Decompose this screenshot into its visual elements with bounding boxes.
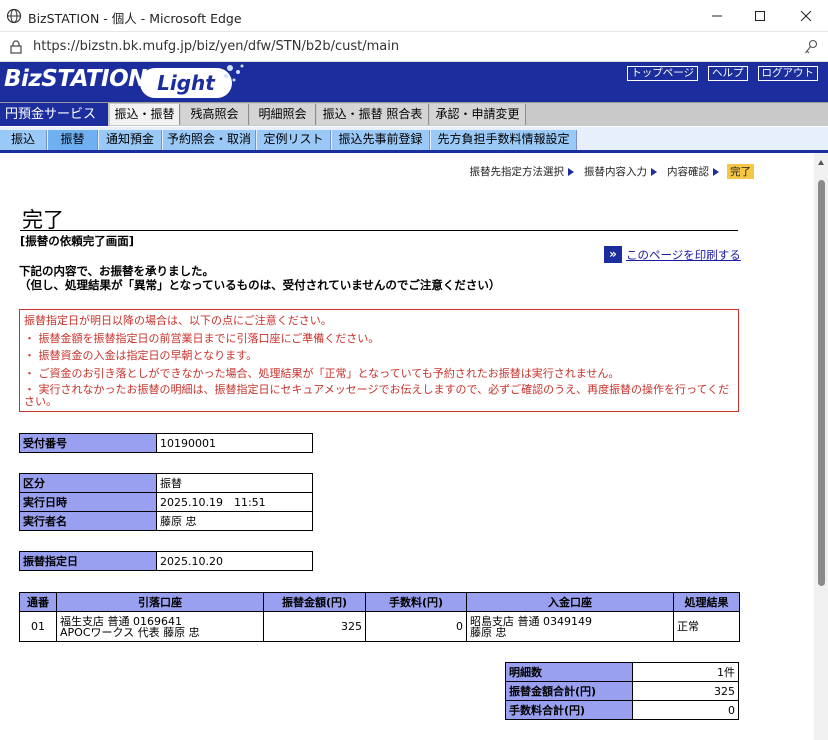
scrollbar-thumb[interactable] [818,180,825,586]
category-value: 振替 [156,473,313,493]
header-no: 通番 [19,592,57,612]
address-bar[interactable]: https://bizstn.bk.mufg.jp/biz/yen/dfw/ST… [0,32,828,62]
row-no: 01 [19,611,57,642]
subtab-payee-registration[interactable]: 振込先事前登録 [332,130,430,150]
table-row: 01 福生支店 普通 0169641 APOCワークス 代表 藤原 忠 325 … [19,611,740,642]
step-arrow-icon [713,167,719,176]
notice-box: 振替指定日が明日以降の場合は、以下の点にご注意ください。 ・ 振替金額を振替指定… [19,309,739,412]
category-label: 区分 [19,473,157,493]
summary-table: 明細数 1件 振替金額合計(円) 325 手数料合計(円) 0 [505,662,739,720]
globe-icon [6,8,22,24]
total-fee-label: 手数料合計(円) [505,700,633,720]
subtab-reservation[interactable]: 予約照会・取消 [163,130,256,150]
page-scrollbar[interactable] [814,153,828,740]
from-account-line-1: 福生支店 普通 0169641 [60,614,182,628]
tab-statement-inquiry[interactable]: 明細照会 [250,104,316,125]
step-confirm: 内容確認 [667,166,709,178]
title-divider [20,230,738,231]
count-label: 明細数 [505,662,633,682]
notice-line: ・ 実行されなかったお振替の明細は、振替指定日にセキュアメッセージでお伝えします… [24,383,730,408]
window-title: BizSTATION - 個人 - Microsoft Edge [28,11,242,26]
help-link[interactable]: ヘルプ [708,66,748,81]
logo-decoration [224,64,244,82]
row-from-account: 福生支店 普通 0169641 APOCワークス 代表 藤原 忠 [56,611,264,642]
maximize-icon [755,11,765,21]
transfer-date-label: 振替指定日 [19,551,157,571]
close-button[interactable] [791,4,821,28]
to-account-line-1: 昭島支店 普通 0349149 [470,614,592,628]
tab-approval[interactable]: 承認・申請変更 [430,104,526,125]
header-result: 処理結果 [673,592,740,612]
transfer-detail-table: 通番 引落口座 振替金額(円) 手数料(円) 入金口座 処理結果 01 福生支店… [19,592,740,642]
row-fee: 0 [365,611,467,642]
logout-link[interactable]: ログアウト [757,66,818,81]
url-text[interactable]: https://bizstn.bk.mufg.jp/biz/yen/dfw/ST… [33,39,399,54]
header-links: トップページ ヘルプ ログアウト [627,66,818,81]
bizstation-logo: BizSTATION [4,66,147,92]
maximize-button[interactable] [745,4,775,28]
from-account-line-2: APOCワークス 代表 藤原 忠 [60,625,200,639]
notice-line: ・ 振替資金の入金は指定日の早朝となります。 [24,349,258,362]
step-arrow-icon [568,167,574,176]
row-amount: 325 [263,611,366,642]
row-result: 正常 [673,611,740,642]
executor-label: 実行者名 [19,511,157,531]
total-amount-label: 振替金額合計(円) [505,681,633,701]
info-table: 区分 振替 実行日時 2025.10.19 11:51 実行者名 藤原 忠 [19,473,313,531]
step-complete: 完了 [727,164,754,179]
count-value: 1件 [632,662,739,682]
row-to-account: 昭島支店 普通 0349149 藤原 忠 [466,611,674,642]
notice-line: 振替指定日が明日以降の場合は、以下の点にご注意ください。 [24,314,332,327]
subtab-furikomi[interactable]: 振込 [0,130,47,150]
header-from-account: 引落口座 [56,592,264,612]
executed-at-value: 2025.10.19 11:51 [156,492,313,512]
intro-text: 下記の内容で、お振替を承りました。 （但し、処理結果が「異常」となっているものは… [19,264,500,292]
header-amount: 振替金額(円) [263,592,366,612]
step-arrow-icon [651,167,657,176]
progress-steps: 振替先指定方法選択 振替内容入力 内容確認 完了 [466,164,754,179]
reception-label: 受付番号 [19,433,157,453]
reception-table: 受付番号 10190001 [19,433,313,453]
tab-transfer-reconciliation[interactable]: 振込・振替 照合表 [317,104,429,125]
top-page-link[interactable]: トップページ [627,66,698,81]
main-nav: 円預金サービス 振込・振替 残高照会 明細照会 振込・振替 照合表 承認・申請変… [0,102,828,126]
scroll-up-icon[interactable] [817,159,825,167]
tab-balance-inquiry[interactable]: 残高照会 [181,104,249,125]
sub-nav: 振込 振替 通知預金 予約照会・取消 定例リスト 振込先事前登録 先方負担手数料… [0,127,828,153]
minimize-button[interactable] [702,4,732,28]
print-link[interactable]: » このページを印刷する [604,246,741,263]
subtab-notice-deposit[interactable]: 通知預金 [99,130,162,150]
transfer-date-table: 振替指定日 2025.10.20 [19,551,313,571]
service-section-label: 円預金サービス [0,103,108,126]
browser-titlebar: BizSTATION - 個人 - Microsoft Edge [0,0,828,32]
total-fee-value: 0 [632,700,739,720]
minimize-icon [712,15,722,17]
key-icon[interactable] [804,39,818,55]
close-icon [800,10,812,22]
reception-value: 10190001 [156,433,313,453]
header-to-account: 入金口座 [466,592,674,612]
step-input: 振替内容入力 [584,166,647,178]
executor-value: 藤原 忠 [156,511,313,531]
subtab-regular-list[interactable]: 定例リスト [257,130,331,150]
subtab-fee-settings[interactable]: 先方負担手数料情報設定 [431,130,577,150]
print-link-text[interactable]: このページを印刷する [626,247,741,263]
header-fee: 手数料(円) [365,592,467,612]
subtab-furikae[interactable]: 振替 [48,130,98,150]
lock-icon [10,40,22,54]
page-subtitle: [振替の依頼完了画面] [20,234,135,248]
intro-line-2: （但し、処理結果が「異常」となっているものは、受付されていませんのでご注意くださ… [19,278,501,292]
step-select-method: 振替先指定方法選択 [469,166,565,178]
to-account-line-2: 藤原 忠 [470,625,507,639]
double-chevron-icon: » [604,246,622,263]
total-amount-value: 325 [632,681,739,701]
intro-line-1: 下記の内容で、お振替を承りました。 [19,264,215,278]
notice-line: ・ ご資金のお引き落としができなかった場合、処理結果が「正常」となっていても予約… [24,366,620,380]
tab-transfer[interactable]: 振込・振替 [110,104,180,125]
table-header-row: 通番 引落口座 振替金額(円) 手数料(円) 入金口座 処理結果 [19,592,740,612]
notice-line: ・ 振替金額を振替指定日の前営業日までに引落口座にご準備ください。 [24,331,380,345]
app-header: BizSTATION Light トップページ ヘルプ ログアウト [0,62,828,102]
executed-at-label: 実行日時 [19,492,157,512]
transfer-date-value: 2025.10.20 [156,551,313,571]
